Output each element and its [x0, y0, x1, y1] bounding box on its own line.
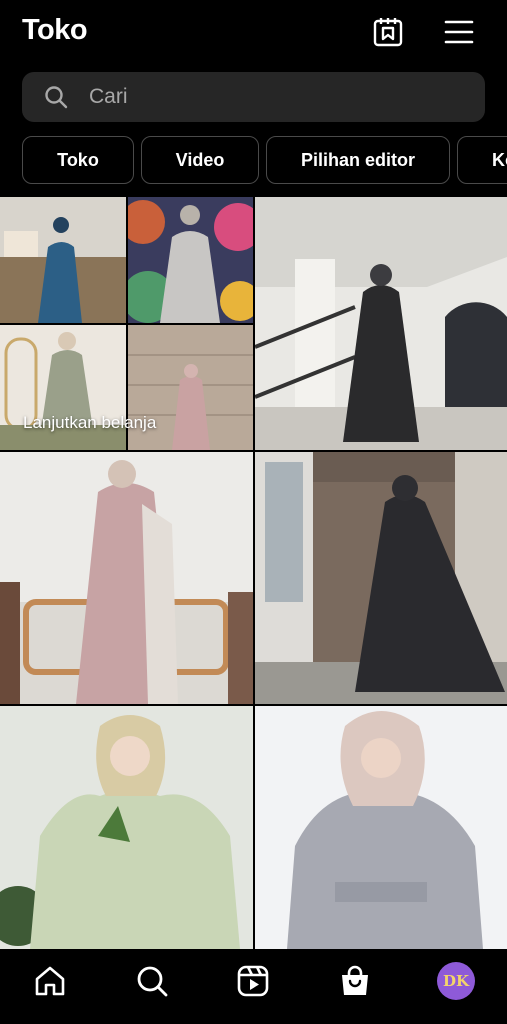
- top-bar: Toko: [0, 0, 507, 66]
- product-image[interactable]: [128, 197, 253, 323]
- product-grid: Lanjutkan belanja: [0, 197, 507, 949]
- chip-toko[interactable]: Toko: [22, 136, 134, 184]
- bottom-nav: [0, 950, 507, 1024]
- search-bar[interactable]: [22, 72, 485, 122]
- chip-ko[interactable]: Ko: [457, 136, 507, 184]
- product-image[interactable]: [255, 452, 507, 704]
- search-icon: [44, 85, 68, 109]
- continue-shopping-caption[interactable]: Lanjutkan belanja: [23, 413, 156, 433]
- product-image[interactable]: [0, 197, 126, 323]
- chip-video[interactable]: Video: [141, 136, 259, 184]
- category-chips: Toko Video Pilihan editor Ko: [0, 136, 507, 186]
- chip-pilihan-editor[interactable]: Pilihan editor: [266, 136, 450, 184]
- shopping-bag-icon[interactable]: [336, 962, 374, 1000]
- reels-icon[interactable]: [234, 962, 272, 1000]
- search-input[interactable]: [89, 85, 449, 109]
- product-image[interactable]: [255, 197, 507, 450]
- saved-collection-icon[interactable]: [372, 16, 404, 48]
- profile-avatar[interactable]: DK: [437, 962, 475, 1000]
- product-image[interactable]: [255, 706, 507, 949]
- product-image[interactable]: [0, 452, 253, 704]
- page-title: Toko: [22, 14, 88, 46]
- home-icon[interactable]: [31, 962, 69, 1000]
- product-image[interactable]: [0, 706, 253, 949]
- hamburger-menu-icon[interactable]: [443, 16, 475, 48]
- search-icon[interactable]: [133, 962, 171, 1000]
